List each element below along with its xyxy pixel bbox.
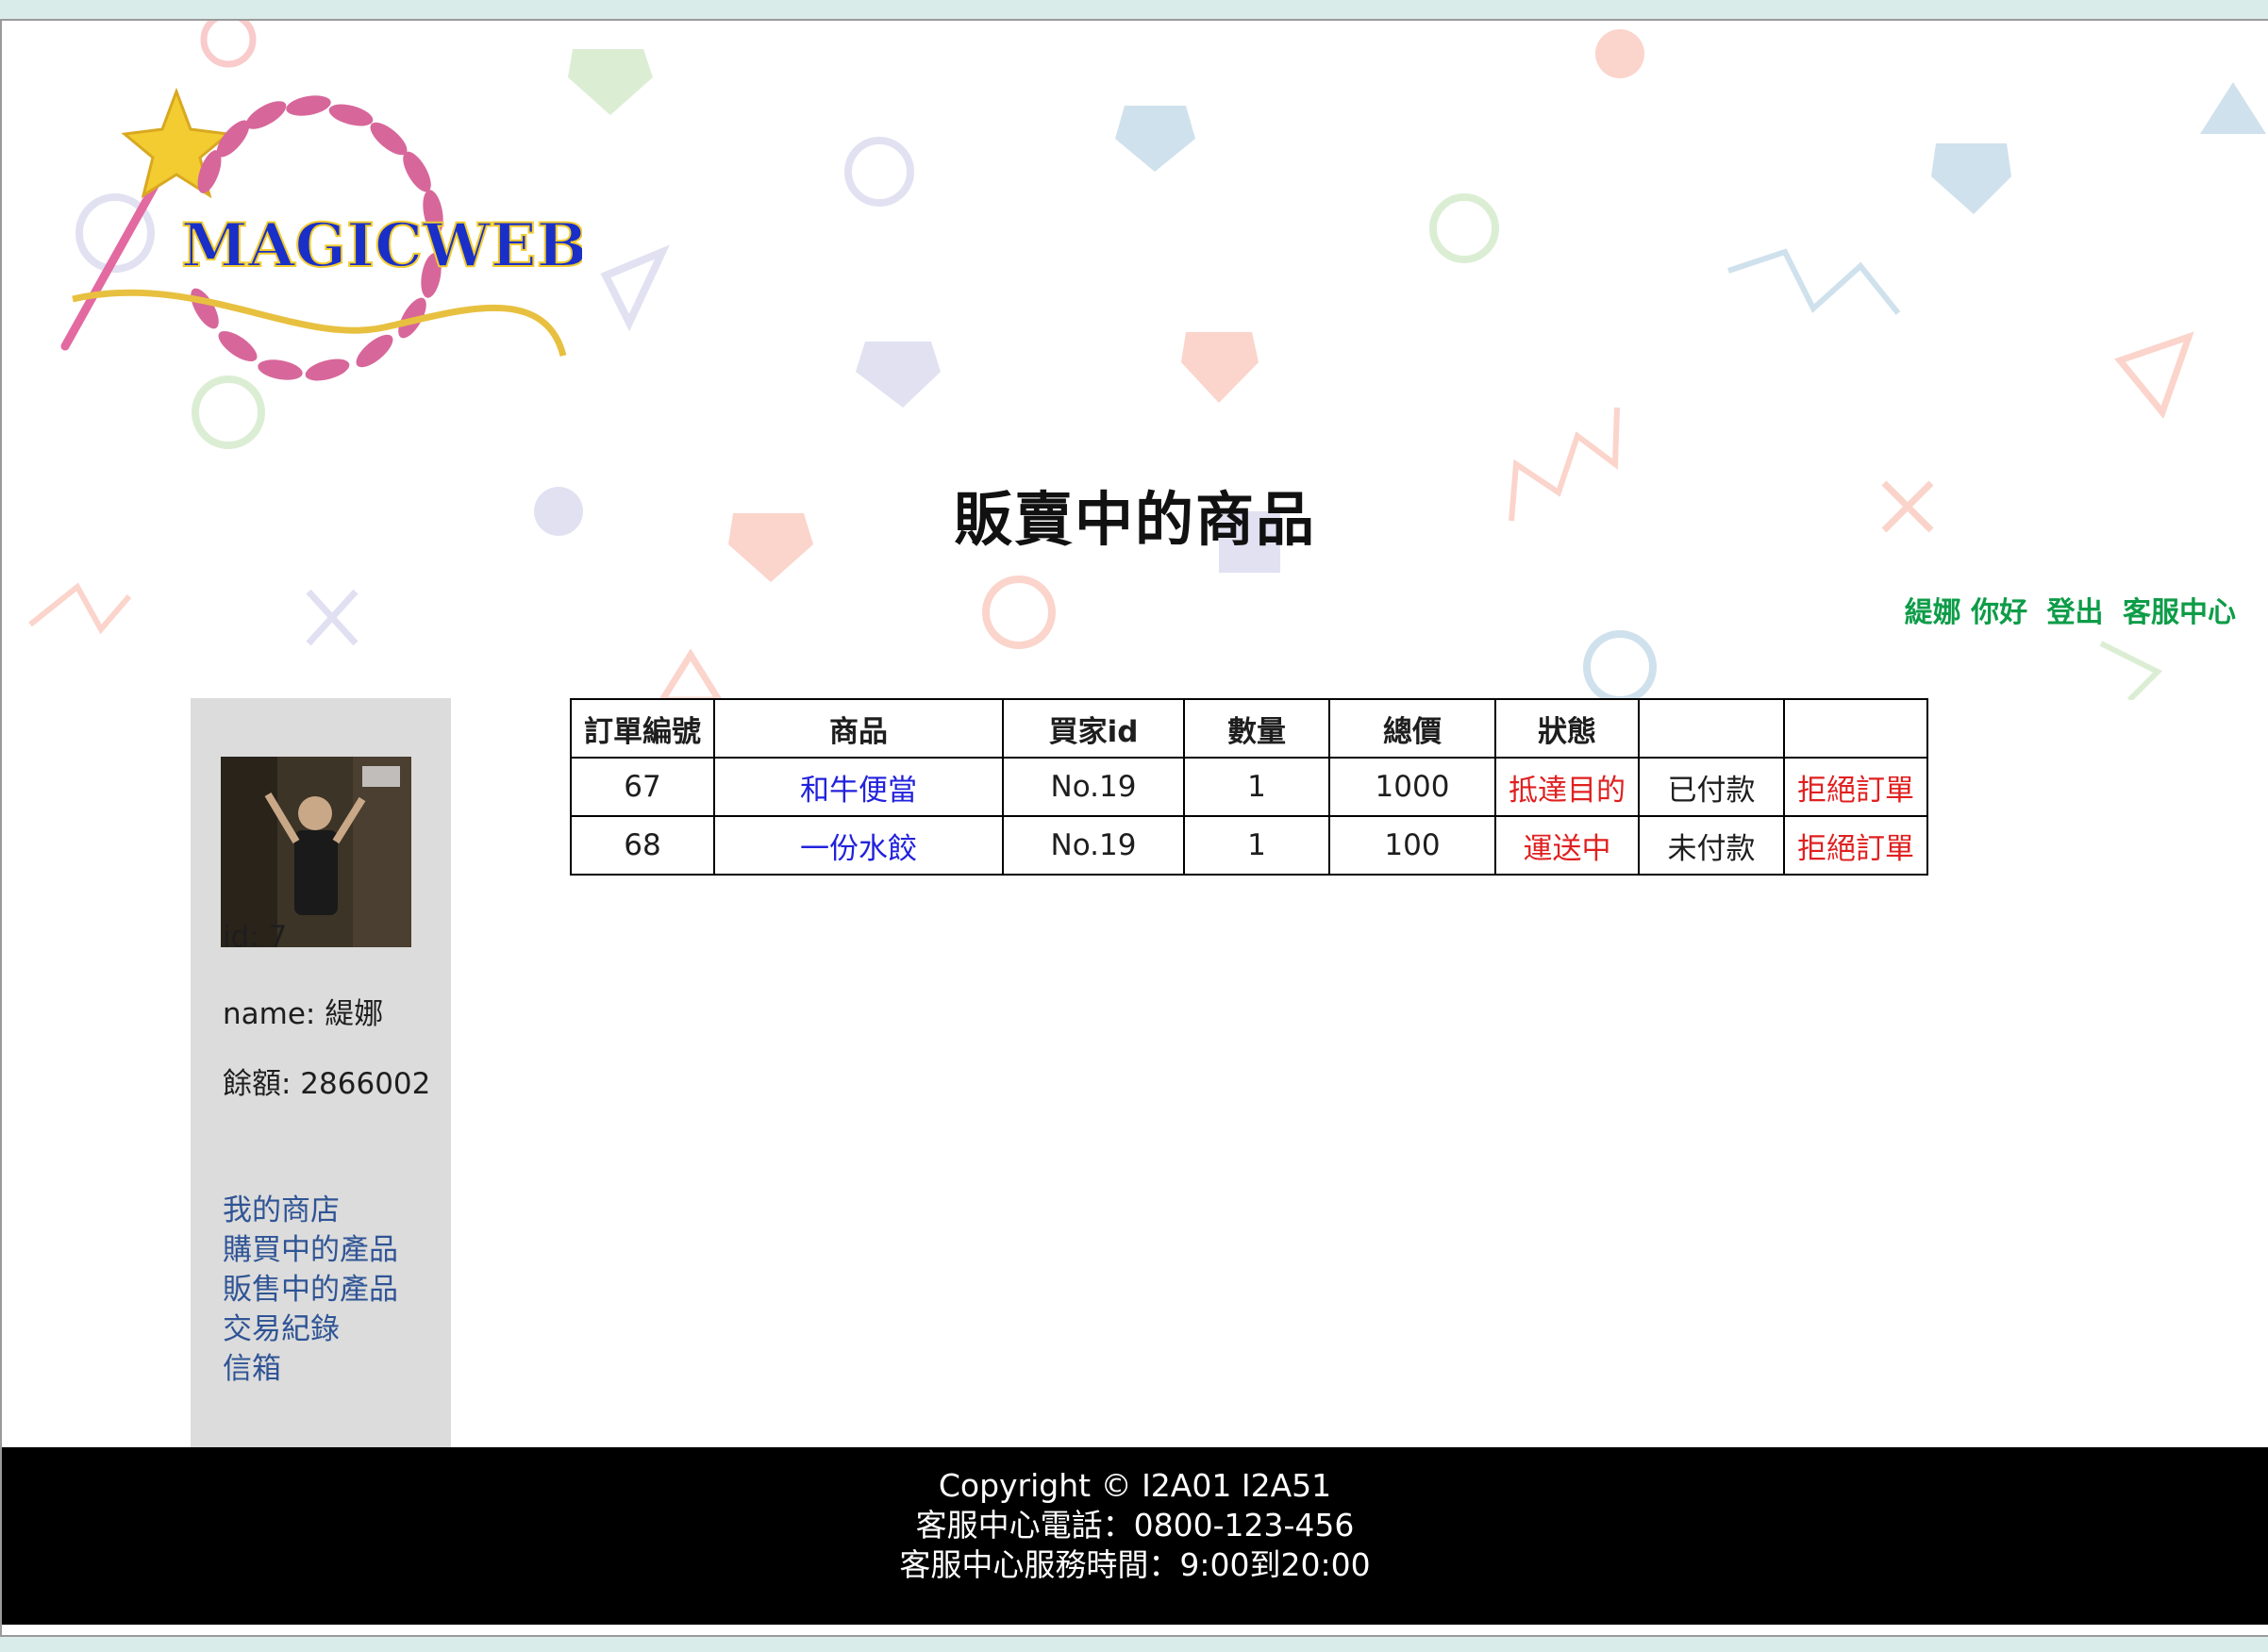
footer: Copyright © I2A01 I2A51 客服中心電話：0800-123-… — [2, 1447, 2268, 1625]
header-payment — [1638, 698, 1785, 759]
reject-order-button[interactable]: 拒絕訂單 — [1783, 815, 1928, 876]
page-frame: MAGICWEB 販賣中的商品 緹娜 你好 登出 客服中心 id: 7 name… — [0, 19, 2268, 1637]
quantity-cell: 1 — [1183, 815, 1330, 876]
sidebar-link-selling[interactable]: 販售中的產品 — [223, 1270, 398, 1310]
status-cell[interactable]: 運送中 — [1494, 815, 1640, 876]
total-cell: 1000 — [1328, 757, 1496, 817]
header-quantity: 數量 — [1183, 698, 1330, 759]
table-header-row: 訂單編號 商品 買家id 數量 總價 狀態 — [570, 698, 1928, 759]
order-id-cell: 67 — [570, 757, 715, 817]
sidebar-link-my-store[interactable]: 我的商店 — [223, 1191, 398, 1230]
quantity-cell: 1 — [1183, 757, 1330, 817]
sidebar-link-buying[interactable]: 購買中的產品 — [223, 1230, 398, 1270]
header-product: 商品 — [713, 698, 1004, 759]
reject-order-button[interactable]: 拒絕訂單 — [1783, 757, 1928, 817]
payment-cell: 未付款 — [1638, 815, 1785, 876]
buyer-id-cell: No.19 — [1002, 757, 1185, 817]
footer-phone: 客服中心電話：0800-123-456 — [915, 1507, 1355, 1544]
avatar — [221, 757, 411, 947]
logout-link[interactable]: 登出 — [2047, 596, 2104, 629]
sidebar: id: 7 name: 緹娜 餘額: 2866002 我的商店 購買中的產品 販… — [191, 698, 451, 1464]
magicweb-logo[interactable]: MAGICWEB — [54, 63, 582, 441]
header-order-id: 訂單編號 — [570, 698, 715, 759]
status-cell[interactable]: 抵達目的 — [1494, 757, 1640, 817]
buyer-id-cell: No.19 — [1002, 815, 1185, 876]
table-row: 68 一份水餃 No.19 1 100 運送中 未付款 拒絕訂單 — [570, 815, 1928, 876]
orders-table: 訂單編號 商品 買家id 數量 總價 狀態 67 和牛便當 No.19 1 10… — [570, 698, 1928, 876]
user-balance: 餘額: 2866002 — [223, 1067, 431, 1101]
product-link[interactable]: 和牛便當 — [713, 757, 1004, 817]
page-title: 販賣中的商品 — [953, 485, 1316, 554]
svg-text:MAGICWEB: MAGICWEB — [181, 210, 582, 281]
user-id: id: 7 — [223, 920, 288, 954]
footer-hours: 客服中心服務時間：9:00到20:00 — [899, 1546, 1371, 1583]
product-link[interactable]: 一份水餃 — [713, 815, 1004, 876]
header-total: 總價 — [1328, 698, 1496, 759]
user-name: name: 緹娜 — [223, 997, 384, 1031]
header-status: 狀態 — [1494, 698, 1640, 759]
table-row: 67 和牛便當 No.19 1 1000 抵達目的 已付款 拒絕訂單 — [570, 757, 1928, 817]
header-action — [1783, 698, 1928, 759]
user-nav: 緹娜 你好 登出 客服中心 — [1895, 589, 2236, 630]
sidebar-links: 我的商店 購買中的產品 販售中的產品 交易紀錄 信箱 — [223, 1191, 398, 1389]
header-buyer-id: 買家id — [1002, 698, 1185, 759]
footer-copyright: Copyright © I2A01 I2A51 — [938, 1467, 1332, 1504]
user-greeting[interactable]: 緹娜 你好 — [1905, 596, 2027, 629]
payment-cell: 已付款 — [1638, 757, 1785, 817]
customer-service-link[interactable]: 客服中心 — [2123, 596, 2236, 629]
order-id-cell: 68 — [570, 815, 715, 876]
total-cell: 100 — [1328, 815, 1496, 876]
sidebar-link-mailbox[interactable]: 信箱 — [223, 1349, 398, 1389]
sidebar-link-transactions[interactable]: 交易紀錄 — [223, 1310, 398, 1349]
